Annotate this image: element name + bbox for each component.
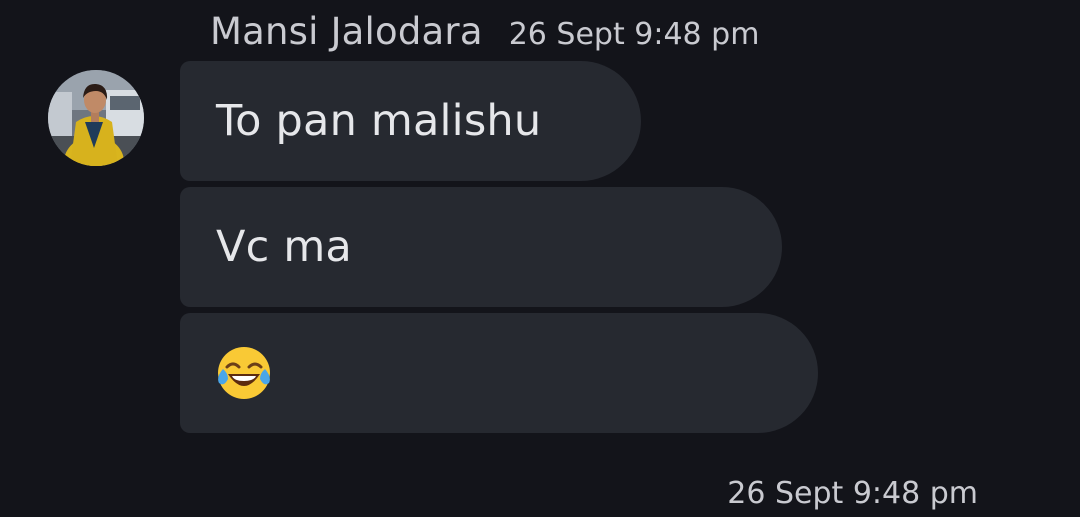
message-bubble[interactable]: To pan malishu <box>180 61 641 181</box>
message-header: Mansi Jalodara 26 Sept 9:48 pm <box>210 10 759 60</box>
message-bubble[interactable] <box>180 313 818 433</box>
sender-avatar[interactable] <box>48 70 144 166</box>
message-bubble[interactable]: Vc ma <box>180 187 782 307</box>
avatar-photo-icon <box>48 70 144 166</box>
face-with-tears-of-joy-icon <box>216 345 272 401</box>
message-text: To pan malishu <box>216 96 542 146</box>
message-text: Vc ma <box>216 222 352 272</box>
footer-timestamp: 26 Sept 9:48 pm <box>727 476 978 511</box>
sender-name: Mansi Jalodara <box>210 10 483 53</box>
message-timestamp: 26 Sept 9:48 pm <box>508 17 760 52</box>
